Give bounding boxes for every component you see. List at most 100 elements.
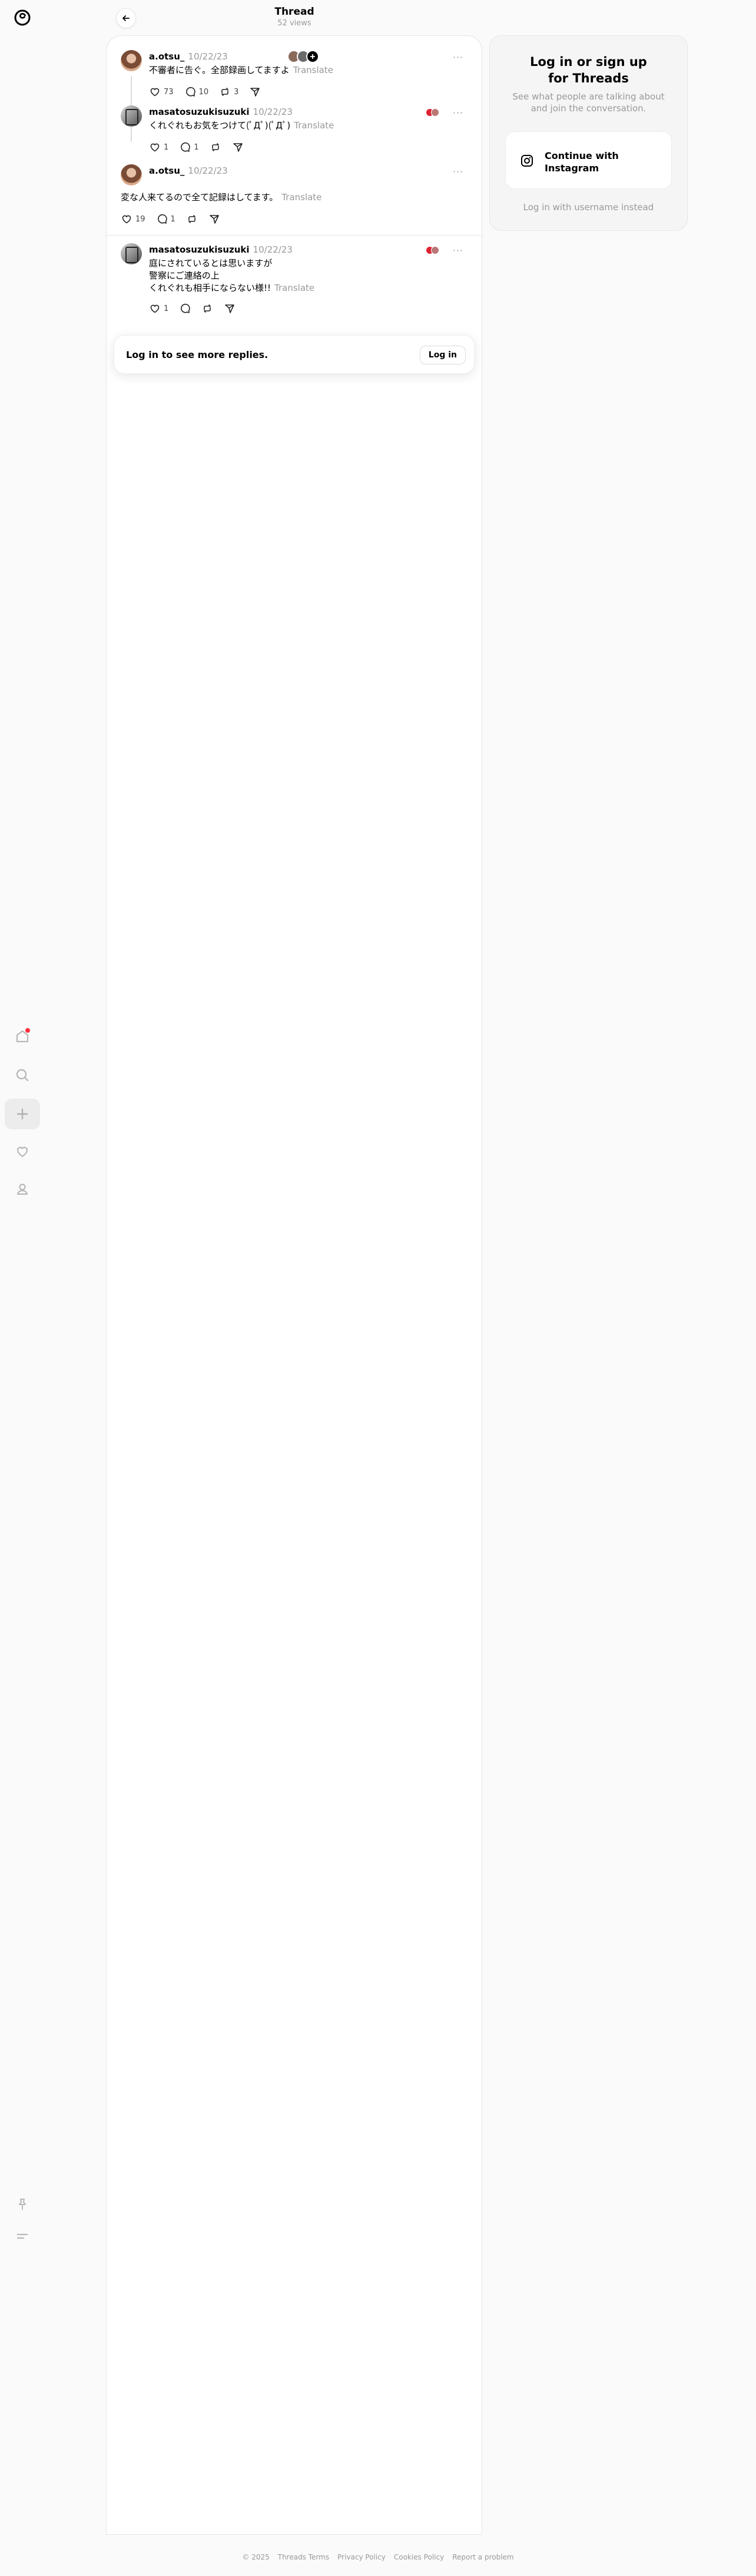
more-icon[interactable]: ··· (451, 107, 465, 118)
nav-profile[interactable] (5, 1174, 40, 1205)
back-button[interactable] (116, 8, 136, 28)
repost-icon (188, 215, 195, 223)
avatar[interactable] (121, 243, 142, 264)
reply-count: 1 (170, 214, 175, 224)
like-button[interactable]: 19 (121, 210, 145, 228)
avatar[interactable] (121, 105, 142, 127)
username-login-link[interactable]: Log in with username instead (502, 202, 675, 213)
login-card-title: Log in or sign up (530, 55, 647, 69)
thread-column: a.otsu_ 10/22/23 ··· 不審者に告ぐ。全部録画してますよ Tran… (106, 35, 482, 2535)
username[interactable]: masatosuzukisuzuki (149, 244, 250, 255)
username[interactable]: masatosuzukisuzuki (149, 107, 250, 117)
username[interactable]: a.otsu_ (149, 51, 184, 62)
pin-icon (19, 2199, 26, 2210)
post-4: masatosuzukisuzuki 10/22/23 ··· 庭にされているとは… (121, 243, 467, 326)
avatar[interactable] (121, 164, 142, 185)
repost-icon (204, 304, 211, 313)
username[interactable]: a.otsu_ (149, 165, 184, 176)
avatar (431, 108, 439, 117)
nav-pinned[interactable] (5, 2189, 40, 2220)
post-3: a.otsu_ 10/22/23 ··· 変な人来てるので全て記録はしてます。 Tr… (121, 164, 467, 235)
post-text: 不審者に告ぐ。全部録画してますよ (149, 65, 290, 75)
reply-avatars[interactable] (426, 246, 439, 254)
post-actions: 1 1 (149, 138, 254, 156)
footer-link-terms[interactable]: Threads Terms (278, 2553, 329, 2561)
repost-button[interactable] (201, 300, 213, 317)
repost-icon (221, 88, 228, 96)
more-icon[interactable]: ··· (451, 244, 465, 256)
post-text-line: 庭にされているとは思いますが (149, 258, 273, 268)
footer-link-cookies[interactable]: Cookies Policy (394, 2553, 444, 2561)
post-2: masatosuzukisuzuki 10/22/23 ··· くれぐれもお気をつ… (121, 105, 467, 164)
heart-icon (16, 1146, 28, 1158)
profile-icon (16, 1183, 28, 1195)
menu-icon (16, 2233, 28, 2239)
threads-logo-icon[interactable] (12, 7, 33, 28)
avatar[interactable] (121, 50, 142, 71)
share-icon (233, 143, 243, 152)
page-title: Thread (274, 6, 314, 18)
avatar (431, 246, 439, 254)
like-button[interactable]: 1 (149, 138, 168, 156)
more-icon[interactable]: ··· (451, 165, 465, 177)
nav-home[interactable] (5, 1021, 40, 1052)
plus-icon (310, 54, 315, 59)
login-prompt: Log in to see more replies. Log in (114, 335, 475, 374)
nav-create[interactable] (5, 1099, 40, 1129)
copyright: © 2025 (242, 2553, 270, 2561)
reply-avatars[interactable] (287, 50, 319, 63)
post-text-line: くれぐれも相手にならない様!! (149, 283, 271, 293)
view-count: 52 views (277, 19, 311, 28)
search-icon (16, 1069, 29, 1082)
post-text: 変な人来てるので全て記録はしてます。 (121, 192, 278, 203)
comment-button[interactable]: 1 (179, 138, 199, 156)
login-card: Log in or sign up for Threads See what p… (489, 35, 688, 231)
share-button[interactable] (249, 83, 261, 101)
instagram-button-label: Continue with (545, 150, 619, 161)
repost-count: 3 (234, 87, 239, 97)
like-button[interactable]: 73 (149, 83, 174, 101)
like-icon (150, 143, 160, 152)
translate-link[interactable]: Translate (281, 192, 321, 203)
repost-icon (211, 143, 219, 151)
post-actions: 73 10 3 (149, 83, 271, 101)
post-date: 10/22/23 (188, 165, 228, 176)
comment-button[interactable]: 10 (184, 83, 209, 101)
like-button[interactable]: 1 (149, 300, 168, 317)
comment-button[interactable] (179, 300, 191, 317)
login-card-subtitle: and join the conversation. (530, 103, 646, 114)
reply-avatars[interactable] (426, 108, 439, 117)
share-button[interactable] (232, 138, 244, 156)
post-actions: 1 (149, 300, 246, 317)
instagram-icon (521, 155, 533, 167)
nav-menu[interactable] (5, 2221, 40, 2252)
share-button[interactable] (224, 300, 236, 317)
share-icon (250, 88, 260, 97)
share-icon (210, 215, 219, 224)
reply-count: 10 (198, 87, 209, 97)
plus-badge (306, 50, 319, 63)
login-button[interactable]: Log in (419, 346, 466, 364)
repost-button[interactable] (186, 210, 198, 228)
post-date: 10/22/23 (253, 244, 293, 255)
login-card-title: for Threads (548, 71, 629, 85)
share-button[interactable] (208, 210, 220, 228)
create-icon (16, 1108, 28, 1120)
like-icon (150, 304, 160, 313)
footer-link-report[interactable]: Report a problem (452, 2553, 513, 2561)
instagram-button-label: Instagram (545, 163, 599, 174)
login-prompt-text: Log in to see more replies. (126, 349, 268, 360)
repost-button[interactable]: 3 (219, 83, 238, 101)
notification-dot (25, 1028, 30, 1033)
translate-link[interactable]: Translate (293, 65, 333, 75)
nav-activity[interactable] (5, 1136, 40, 1167)
footer-link-privacy[interactable]: Privacy Policy (337, 2553, 386, 2561)
repost-button[interactable] (210, 138, 221, 156)
like-icon (122, 215, 131, 224)
continue-with-instagram-button[interactable]: Continue with Instagram (505, 131, 672, 189)
comment-button[interactable]: 1 (156, 210, 175, 228)
translate-link[interactable]: Translate (294, 120, 334, 131)
translate-link[interactable]: Translate (274, 283, 314, 293)
nav-search[interactable] (5, 1060, 40, 1090)
more-icon[interactable]: ··· (451, 51, 465, 63)
